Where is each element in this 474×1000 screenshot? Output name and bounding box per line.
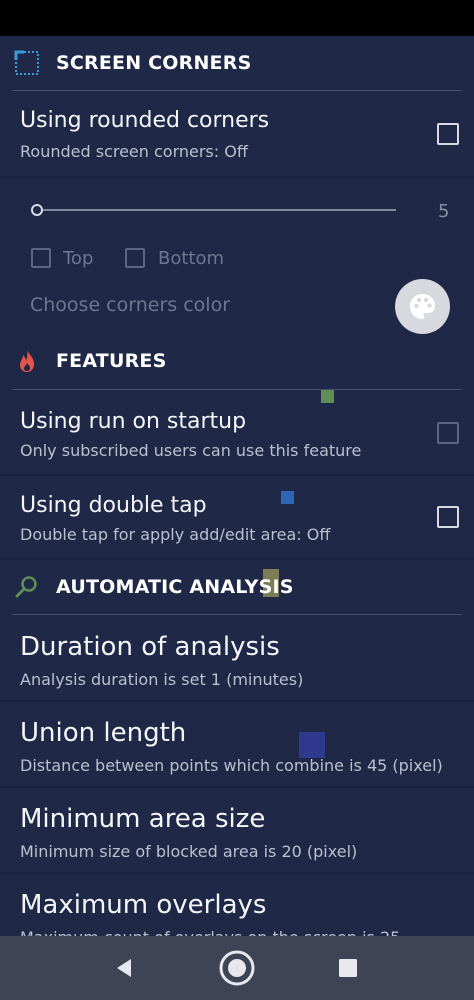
- section-header-screen-corners: SCREEN CORNERS: [0, 36, 474, 90]
- run-on-startup-row[interactable]: Using run on startup Only subscribed use…: [0, 392, 474, 474]
- section-header-features: FEATURES: [0, 334, 474, 388]
- row-title: Using double tap: [20, 493, 207, 518]
- palette-icon: [410, 294, 435, 319]
- row-separator: [0, 176, 474, 178]
- blue-marker-icon: [281, 491, 294, 504]
- divider: [12, 614, 462, 615]
- section-header-automatic-analysis: AUTOMATIC ANALYSIS: [0, 560, 474, 614]
- rounded-corners-row[interactable]: Using rounded corners Rounded screen cor…: [0, 92, 474, 176]
- double-tap-row[interactable]: Using double tap Double tap for apply ad…: [0, 476, 474, 558]
- settings-list[interactable]: SCREEN CORNERS Using rounded corners Rou…: [0, 36, 474, 936]
- recents-icon[interactable]: [331, 951, 365, 985]
- back-icon[interactable]: [107, 951, 141, 985]
- row-subtitle: Analysis duration is set 1 (minutes): [20, 670, 304, 689]
- row-subtitle: Rounded screen corners: Off: [20, 142, 248, 161]
- choose-corners-color-label[interactable]: Choose corners color: [30, 294, 230, 316]
- duration-of-analysis-row[interactable]: Duration of analysis Analysis duration i…: [0, 616, 474, 700]
- row-subtitle: Distance between points which combine is…: [20, 756, 443, 775]
- run-on-startup-checkbox[interactable]: [437, 422, 459, 444]
- bottom-label: Bottom: [158, 248, 225, 269]
- divider: [12, 389, 462, 390]
- row-subtitle: Double tap for apply add/edit area: Off: [20, 525, 331, 544]
- row-title: Using rounded corners: [20, 108, 270, 133]
- section-title: SCREEN CORNERS: [56, 52, 252, 74]
- maximum-overlays-row[interactable]: Maximum overlays Maximum count of overla…: [0, 874, 474, 936]
- union-length-row[interactable]: Union length Distance between points whi…: [0, 702, 474, 786]
- color-palette-button[interactable]: [395, 279, 450, 334]
- top-checkbox[interactable]: [31, 248, 51, 268]
- corner-radius-value: 5: [438, 201, 450, 222]
- screen-corners-icon: [14, 50, 39, 75]
- bottom-checkbox[interactable]: [125, 248, 145, 268]
- row-title: Minimum area size: [20, 804, 266, 834]
- status-bar: [0, 0, 474, 36]
- divider: [12, 90, 462, 91]
- row-subtitle: Only subscribed users can use this featu…: [20, 441, 362, 460]
- row-title: Using run on startup: [20, 409, 247, 434]
- home-icon[interactable]: [218, 949, 256, 987]
- row-title: Duration of analysis: [20, 632, 280, 662]
- minimum-area-size-row[interactable]: Minimum area size Minimum size of blocke…: [0, 788, 474, 872]
- row-subtitle: Maximum count of overlays on the screen …: [20, 928, 400, 936]
- row-title: Union length: [20, 718, 187, 748]
- navy-marker-icon: [299, 732, 325, 758]
- top-label: Top: [63, 248, 94, 269]
- rounded-corners-checkbox[interactable]: [437, 123, 459, 145]
- corner-radius-slider-track[interactable]: [40, 209, 396, 211]
- fire-icon: [20, 350, 34, 372]
- corner-radius-slider-thumb[interactable]: [31, 204, 43, 216]
- section-title: FEATURES: [56, 350, 167, 372]
- row-title: Maximum overlays: [20, 890, 267, 920]
- navigation-bar: [0, 936, 474, 1000]
- row-subtitle: Minimum size of blocked area is 20 (pixe…: [20, 842, 358, 861]
- magnifier-icon: [15, 576, 37, 598]
- double-tap-checkbox[interactable]: [437, 506, 459, 528]
- section-title: AUTOMATIC ANALYSIS: [56, 576, 294, 598]
